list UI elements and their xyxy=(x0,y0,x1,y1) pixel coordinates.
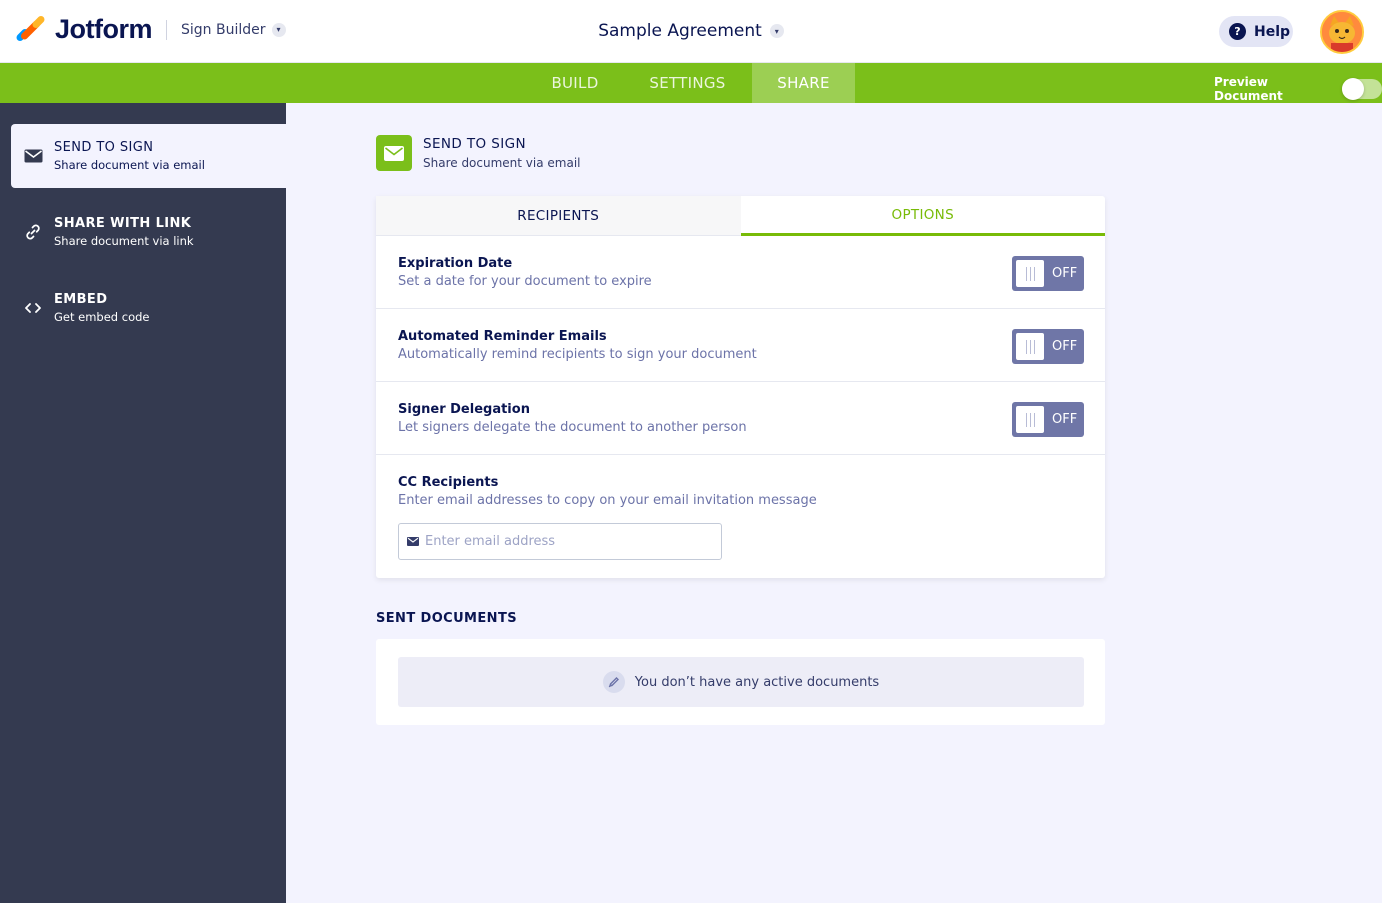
sidebar-item-send-to-sign[interactable]: SEND TO SIGN Share document via email xyxy=(11,124,286,188)
preview-document: Preview Document xyxy=(1214,75,1382,103)
tab-options[interactable]: OPTIONS xyxy=(740,196,1105,236)
sidebar-item-embed[interactable]: EMBED Get embed code xyxy=(11,276,286,340)
preview-label: Preview Document xyxy=(1214,75,1283,103)
document-title: Sample Agreement xyxy=(598,21,762,41)
sidebar-item-share-with-link[interactable]: SHARE WITH LINK Share document via link xyxy=(11,200,286,264)
question-icon: ? xyxy=(1229,23,1246,40)
sent-documents-panel: You don’t have any active documents xyxy=(376,639,1105,725)
help-button[interactable]: ? Help xyxy=(1219,16,1293,47)
sent-documents-title: SENT DOCUMENTS xyxy=(376,611,517,626)
option-signer-delegation: Signer Delegation Let signers delegate t… xyxy=(376,382,1105,455)
section-subtitle: Share document via email xyxy=(423,156,581,170)
option-automated-reminder-emails: Automated Reminder Emails Automatically … xyxy=(376,309,1105,382)
sidebar-item-subtitle: Share document via email xyxy=(54,158,205,172)
option-subtitle: Automatically remind recipients to sign … xyxy=(398,347,757,362)
tab-settings[interactable]: SETTINGS xyxy=(630,63,745,103)
send-options-card: RECIPIENTS OPTIONS Expiration Date Set a… xyxy=(376,196,1105,578)
cc-email-input[interactable] xyxy=(425,534,705,549)
code-icon xyxy=(23,298,43,318)
option-subtitle: Set a date for your document to expire xyxy=(398,274,652,289)
option-subtitle: Enter email addresses to copy on your em… xyxy=(398,493,817,508)
section-title: SEND TO SIGN xyxy=(423,136,526,152)
option-expiration-date: Expiration Date Set a date for your docu… xyxy=(376,236,1105,309)
option-cc-recipients: CC Recipients Enter email addresses to c… xyxy=(376,455,1105,560)
envelope-icon xyxy=(376,135,412,171)
envelope-icon xyxy=(23,146,43,166)
empty-state-message: You don’t have any active documents xyxy=(634,674,880,690)
empty-state: You don’t have any active documents xyxy=(398,657,1084,707)
tab-recipients[interactable]: RECIPIENTS xyxy=(376,196,741,236)
grip-icon xyxy=(1016,333,1044,360)
cc-email-field xyxy=(398,523,722,560)
avatar[interactable] xyxy=(1320,10,1364,54)
sidebar-item-title: SEND TO SIGN xyxy=(54,140,154,155)
toggle-state: OFF xyxy=(1052,412,1078,427)
sidebar-item-title: EMBED xyxy=(54,292,108,307)
pen-icon xyxy=(602,671,625,693)
sidebar-item-subtitle: Share document via link xyxy=(54,234,194,248)
option-title: Expiration Date xyxy=(398,256,513,271)
signer-delegation-toggle[interactable]: OFF xyxy=(1012,402,1084,437)
option-title: Signer Delegation xyxy=(398,402,530,417)
builder-navbar: BUILD SETTINGS SHARE Preview Document xyxy=(0,63,1382,103)
sidebar-item-title: SHARE WITH LINK xyxy=(54,216,192,231)
document-title-menu[interactable]: Sample Agreement ▾ xyxy=(0,21,1382,41)
share-sidebar: SEND TO SIGN Share document via email SH… xyxy=(0,103,286,903)
option-subtitle: Let signers delegate the document to ano… xyxy=(398,420,747,435)
link-icon xyxy=(23,222,43,242)
chevron-down-icon: ▾ xyxy=(769,24,784,38)
top-header: Jotform Sign Builder ▾ Sample Agreement … xyxy=(0,0,1382,63)
preview-toggle[interactable] xyxy=(1341,78,1382,100)
toggle-state: OFF xyxy=(1052,339,1078,354)
option-title: Automated Reminder Emails xyxy=(398,329,607,344)
sidebar-item-subtitle: Get embed code xyxy=(54,310,150,324)
reminder-emails-toggle[interactable]: OFF xyxy=(1012,329,1084,364)
envelope-icon xyxy=(407,537,419,546)
section-header: SEND TO SIGN Share document via email xyxy=(376,135,581,171)
tab-build[interactable]: BUILD xyxy=(530,63,620,103)
cat-avatar-icon xyxy=(1322,12,1362,52)
option-title: CC Recipients xyxy=(398,475,499,490)
tab-share[interactable]: SHARE xyxy=(752,63,855,103)
help-label: Help xyxy=(1254,23,1291,40)
grip-icon xyxy=(1016,406,1044,433)
card-tabs: RECIPIENTS OPTIONS xyxy=(376,196,1105,236)
expiration-date-toggle[interactable]: OFF xyxy=(1012,256,1084,291)
toggle-state: OFF xyxy=(1052,266,1078,281)
grip-icon xyxy=(1016,260,1044,287)
